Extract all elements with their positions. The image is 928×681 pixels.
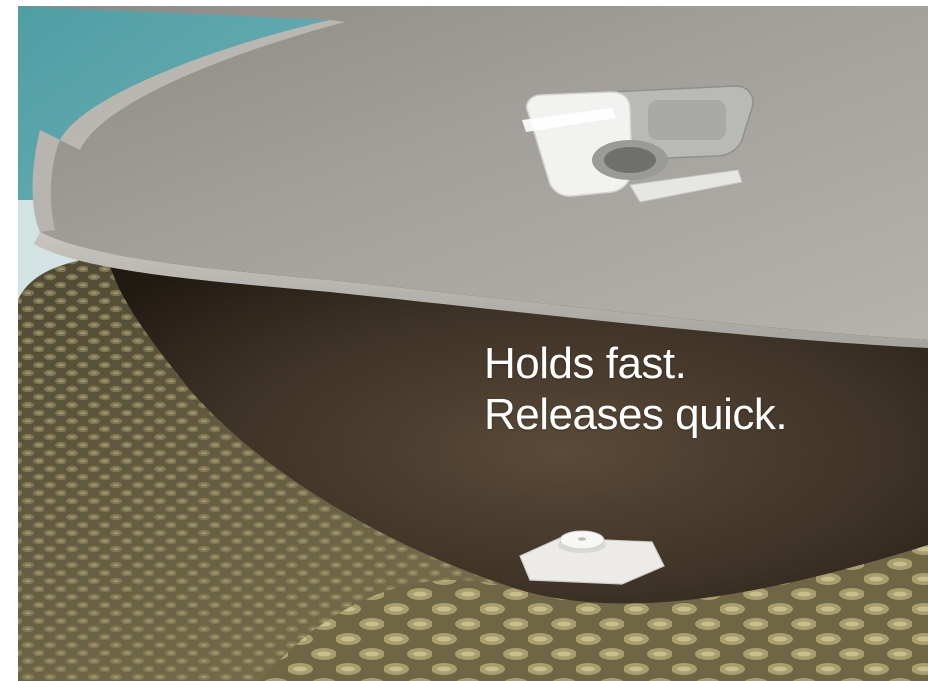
headline-line-1: Holds fast. — [484, 339, 687, 388]
quick-release-clip-icon — [522, 85, 754, 203]
headline: Holds fast. Releases quick. — [484, 338, 904, 440]
headline-line-2: Releases quick. — [484, 390, 788, 439]
product-photo: Holds fast. Releases quick. — [0, 0, 928, 681]
